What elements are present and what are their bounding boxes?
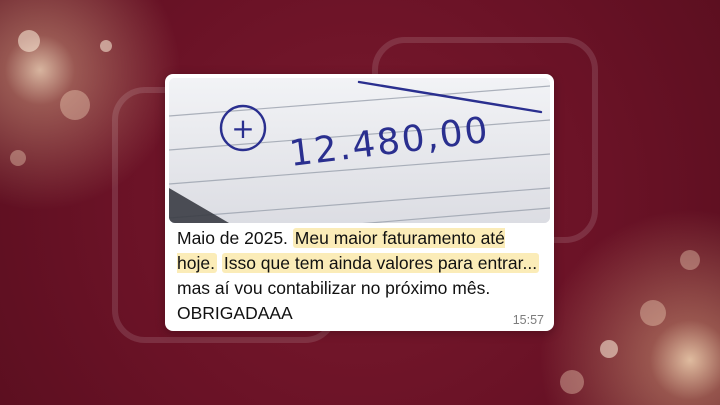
bokeh-light [640, 300, 666, 326]
bokeh-light [60, 90, 90, 120]
bokeh-light [18, 30, 40, 52]
chat-message-bubble[interactable]: + 12.480,00 Maio de 2025. Meu maior fatu… [165, 74, 554, 331]
bokeh-light [10, 150, 26, 166]
message-text-highlight2: Isso que tem ainda valores para entrar..… [221, 253, 540, 273]
message-text-part2: mas aí vou contabilizar no próximo mês. … [177, 278, 491, 323]
message-text: Maio de 2025. Meu maior faturamento até … [177, 226, 547, 326]
message-photo[interactable]: + 12.480,00 [169, 78, 550, 223]
message-text-part1: Maio de 2025. [177, 228, 288, 248]
message-timestamp: 15:57 [512, 313, 544, 327]
plus-sign-text: + [231, 112, 254, 145]
bokeh-light [680, 250, 700, 270]
